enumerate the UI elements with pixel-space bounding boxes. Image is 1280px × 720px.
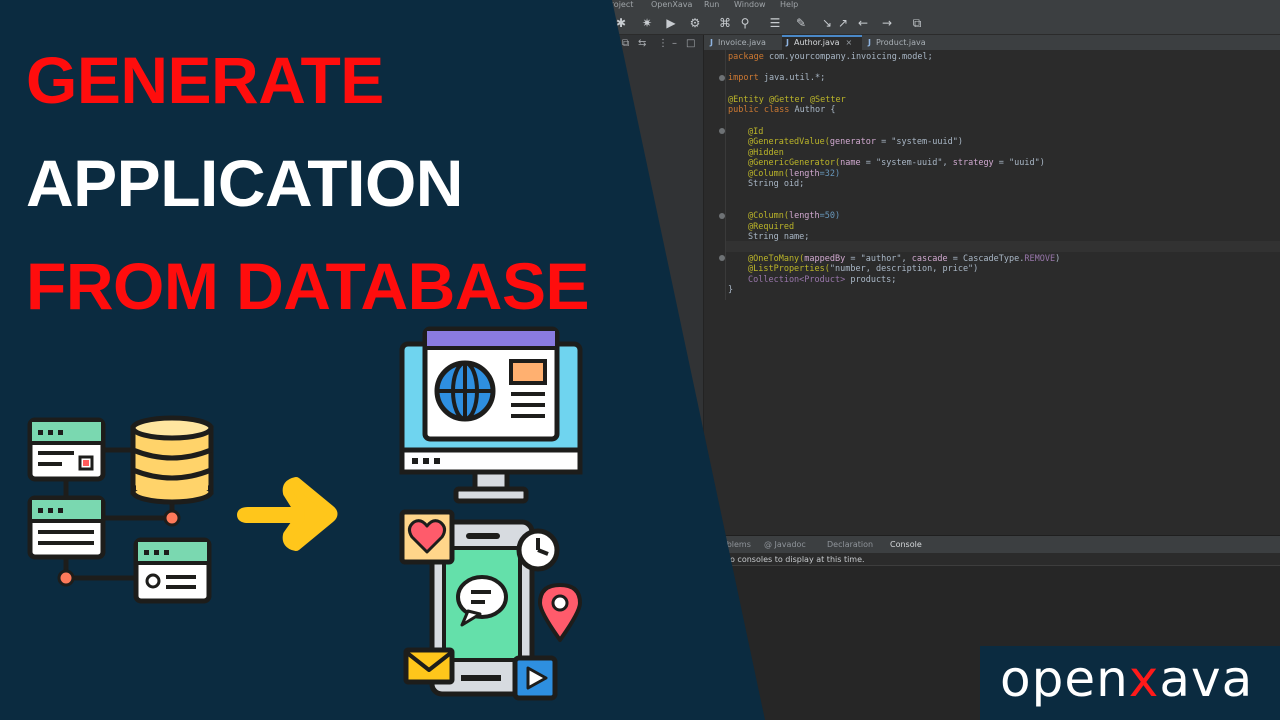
logo-ava: ava <box>1159 650 1254 708</box>
node-dot <box>57 569 75 587</box>
location-pin-icon <box>538 583 582 642</box>
play-icon <box>512 655 558 701</box>
database-to-app-illustration <box>27 326 583 701</box>
mail-icon <box>403 647 455 685</box>
database-icon <box>130 415 214 505</box>
node-dot <box>163 509 181 527</box>
monitor-globe-icon <box>399 326 583 504</box>
server-rack-icon <box>27 417 106 482</box>
clock-icon <box>516 528 560 572</box>
headline-from-database: FROM DATABASE <box>26 249 590 323</box>
openxava-logo: openxava <box>980 646 1280 720</box>
server-rack-icon <box>27 495 106 560</box>
logo-open: open <box>1000 650 1129 708</box>
heart-icon <box>399 509 455 565</box>
arrow-right-icon <box>237 477 338 551</box>
headline-application: APPLICATION <box>26 146 463 220</box>
logo-x: x <box>1128 650 1160 708</box>
server-rack-icon <box>133 537 212 604</box>
headline-generate: GENERATE <box>26 43 384 117</box>
logo-wordmark: openxava <box>1000 650 1253 708</box>
